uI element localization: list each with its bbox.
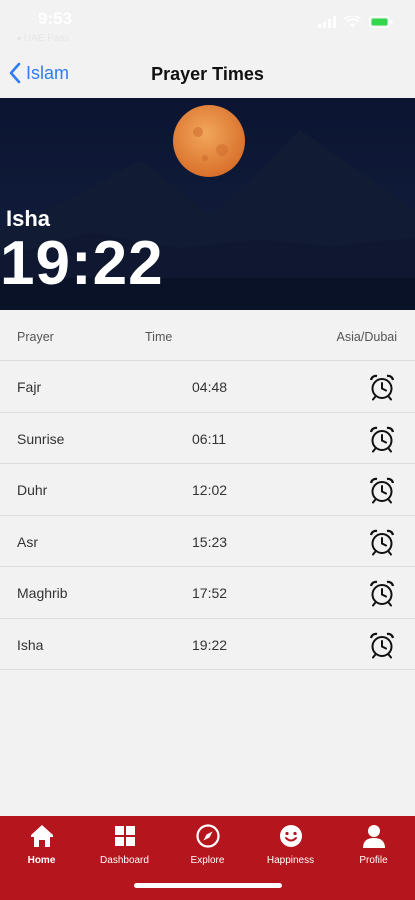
prayer-row-fajr: Fajr 04:48 (0, 361, 415, 413)
wifi-icon (344, 16, 361, 28)
status-time: 9:53 (38, 9, 73, 28)
column-header-prayer: Prayer (17, 330, 54, 344)
alarm-clock-icon[interactable] (368, 373, 396, 401)
prayer-row-maghrib: Maghrib 17:52 (0, 567, 415, 619)
signal-icon (318, 16, 336, 28)
prayer-time: 06:11 (192, 430, 226, 447)
status-icons (318, 16, 393, 28)
prayer-time: 17:52 (192, 585, 228, 601)
prayer-row-sunrise: Sunrise 06:11 (0, 413, 415, 464)
battery-icon (369, 16, 393, 28)
tab-profile[interactable]: Profile (332, 822, 415, 866)
tab-label: Happiness (266, 855, 315, 866)
tab-happiness[interactable]: Happiness (249, 822, 332, 866)
timezone-label: Asia/Dubai (336, 330, 397, 344)
smiley-icon (279, 825, 302, 847)
dashboard-icon (114, 826, 135, 846)
prayer-time: 19:22 (192, 636, 228, 653)
prayer-time: 15:23 (192, 533, 228, 550)
home-icon (30, 825, 53, 847)
alarm-clock-icon[interactable] (368, 631, 396, 659)
status-bar: 9:53 ◂ UAE Pass (0, 0, 415, 50)
current-prayer-time: 19:22 (0, 229, 164, 298)
compass-icon (195, 824, 220, 848)
prayer-time: 12:02 (192, 482, 228, 498)
navigation-bar: Islam Prayer Times (0, 50, 415, 98)
tab-label: Dashboard (100, 855, 149, 866)
profile-icon (362, 825, 385, 848)
prayer-name: Fajr (17, 379, 42, 395)
alarm-clock-icon[interactable] (368, 528, 396, 556)
tab-label: Profile (359, 855, 388, 866)
prayer-name: Asr (17, 533, 38, 550)
tab-dashboard[interactable]: Dashboard (83, 822, 166, 866)
prayer-time: 04:48 (192, 379, 228, 395)
prayer-name: Maghrib (17, 585, 68, 601)
tab-label: Explore (190, 855, 225, 866)
tab-label: Home (27, 855, 56, 866)
alarm-clock-icon[interactable] (368, 476, 396, 504)
page-title: Prayer Times (151, 64, 264, 84)
prayer-name: Sunrise (17, 430, 65, 447)
hero-banner: Isha 19:22 (0, 98, 415, 310)
tab-home[interactable]: Home (0, 822, 83, 866)
prayer-name: Duhr (17, 482, 48, 498)
column-header-time: Time (145, 330, 173, 344)
tab-explore[interactable]: Explore (166, 822, 249, 866)
home-indicator[interactable] (134, 883, 282, 888)
prayer-row-isha: Isha 19:22 (0, 619, 415, 670)
prayer-row-duhr: Duhr 12:02 (0, 464, 415, 516)
table-header: Prayer Time Asia/Dubai (0, 310, 415, 361)
prayer-row-asr: Asr 15:23 (0, 516, 415, 567)
moon (173, 105, 245, 177)
prayer-name: Isha (17, 636, 44, 653)
status-carrier: ◂ UAE Pass (16, 33, 70, 44)
prayer-times-list: Fajr 04:48 Sunrise 06:11 Duhr 12:02 Asr … (0, 361, 415, 670)
alarm-clock-icon[interactable] (368, 425, 396, 453)
alarm-clock-icon[interactable] (368, 579, 396, 607)
